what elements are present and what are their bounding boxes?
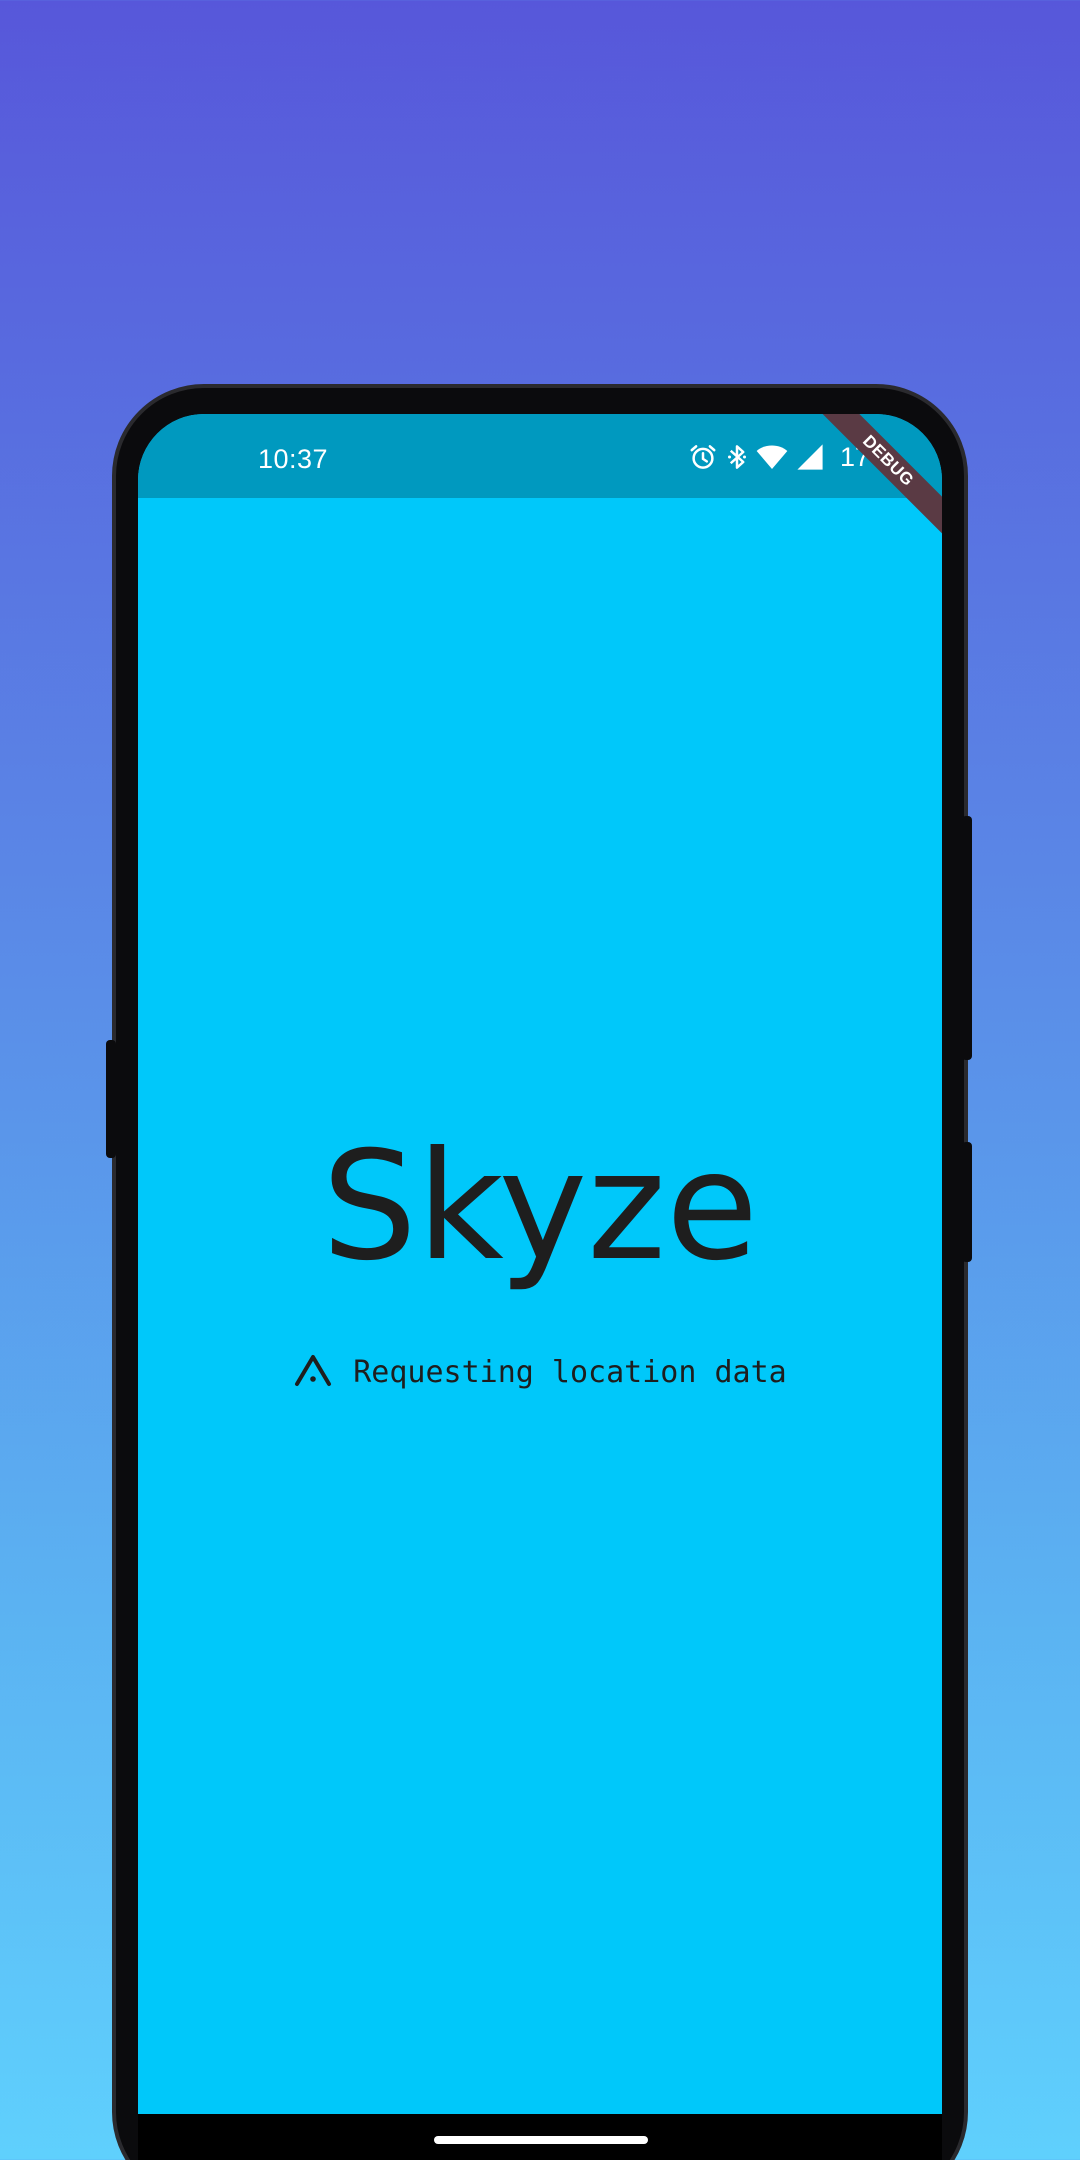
- phone-volume-button: [962, 816, 972, 1060]
- status-bar: 10:37: [138, 414, 942, 498]
- app-screen: 10:37 DEBUG Skyze Requesting location da…: [138, 414, 942, 2160]
- home-indicator[interactable]: [434, 2136, 648, 2144]
- navigation-arrow-icon: [293, 1352, 333, 1392]
- status-time: 10:37: [258, 444, 329, 474]
- app-title: Skyze: [321, 1120, 759, 1294]
- phone-power-button: [962, 1142, 972, 1262]
- alarm-icon: [688, 442, 718, 472]
- bluetooth-icon: [726, 442, 748, 472]
- phone-side-button: [106, 1040, 116, 1158]
- wifi-icon: [756, 443, 788, 471]
- status-message: Requesting location data: [353, 1354, 787, 1390]
- cell-signal-icon: [796, 443, 824, 471]
- location-status: Requesting location data: [138, 1352, 942, 1392]
- navigation-bar: [138, 2114, 942, 2160]
